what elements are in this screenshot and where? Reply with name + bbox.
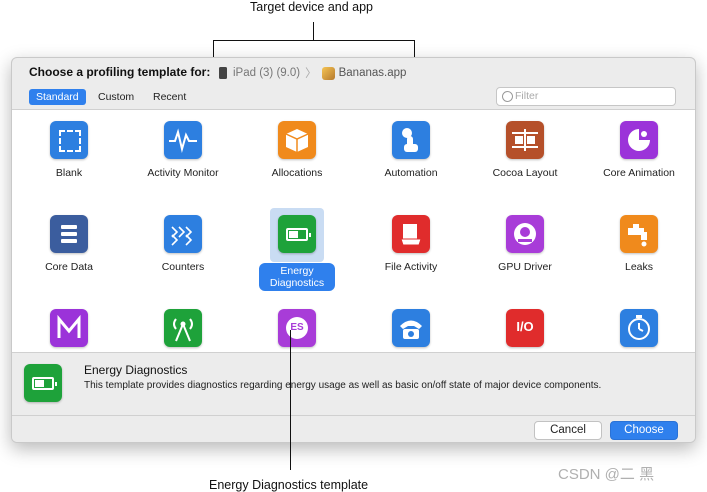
template-label: GPU Driver	[498, 261, 552, 273]
template-label: Leaks	[624, 261, 654, 273]
template-grid: Blank Activity Monitor Allocations Autom…	[12, 110, 695, 352]
template-label: Core Data	[45, 261, 93, 273]
filter-input[interactable]	[515, 89, 665, 103]
tab-custom[interactable]: Custom	[91, 89, 141, 105]
detail-description: This template provides diagnostics regar…	[84, 380, 602, 391]
battery-icon	[286, 228, 311, 241]
gpu-driver-icon	[506, 215, 544, 253]
activity-monitor-icon	[164, 121, 202, 159]
template-label: Blank	[55, 167, 83, 179]
template-automation[interactable]: Automation	[354, 112, 468, 202]
detail-title: Energy Diagnostics	[84, 363, 188, 377]
template-system-usage[interactable]	[354, 300, 468, 352]
template-chooser-window: Choose a profiling template for: iPad (3…	[11, 57, 696, 443]
template-label: Cocoa Layout	[492, 167, 558, 179]
template-label: Automation	[384, 167, 438, 179]
template-leaks[interactable]: Leaks	[582, 206, 695, 296]
energy-diagnostics-icon	[24, 364, 62, 402]
leaks-icon	[620, 215, 658, 253]
template-io[interactable]: I/O	[468, 300, 582, 352]
network-icon	[164, 309, 202, 347]
template-cocoa-layout[interactable]: Cocoa Layout	[468, 112, 582, 202]
allocations-icon	[278, 121, 316, 159]
system-usage-icon	[392, 309, 430, 347]
template-gpu-driver[interactable]: GPU Driver	[468, 206, 582, 296]
opengl-es-icon: ES	[278, 309, 316, 347]
time-profiler-icon	[620, 309, 658, 347]
file-activity-icon	[392, 215, 430, 253]
callout-target-device: Target device and app	[250, 0, 374, 14]
counters-icon	[164, 215, 202, 253]
cocoa-layout-icon	[506, 121, 544, 159]
template-detail: Energy Diagnostics This template provide…	[12, 352, 695, 415]
template-label: Allocations	[271, 167, 323, 179]
ipad-icon	[219, 67, 227, 79]
io-icon: I/O	[506, 309, 544, 347]
template-allocations[interactable]: Allocations	[240, 112, 354, 202]
watermark: CSDN @二 黑	[558, 466, 655, 483]
core-data-icon	[50, 215, 88, 253]
core-animation-icon	[620, 121, 658, 159]
template-activity-monitor[interactable]: Activity Monitor	[126, 112, 240, 202]
cancel-button[interactable]: Cancel	[534, 421, 602, 440]
energy-diagnostics-icon	[278, 215, 316, 253]
template-energy-diagnostics[interactable]: Energy Diagnostics	[240, 206, 354, 296]
template-label: File Activity	[384, 261, 438, 273]
filter-field[interactable]	[496, 87, 676, 106]
automation-icon	[392, 121, 430, 159]
template-label: Activity Monitor	[147, 167, 219, 179]
dialog-footer: Cancel Choose	[12, 415, 695, 442]
choose-template-prompt: Choose a profiling template for:	[29, 65, 211, 79]
target-app[interactable]: Bananas.app	[339, 67, 407, 79]
template-label: Core Animation	[603, 167, 675, 179]
tab-recent[interactable]: Recent	[146, 89, 193, 105]
target-selector[interactable]: iPad (3) (9.0) 〉 Bananas.app	[219, 65, 406, 81]
metal-icon	[50, 309, 88, 347]
template-metal[interactable]	[12, 300, 126, 352]
template-opengl-es[interactable]: ES	[240, 300, 354, 352]
app-icon	[321, 66, 335, 80]
tab-standard[interactable]: Standard	[29, 89, 86, 105]
template-file-activity[interactable]: File Activity	[354, 206, 468, 296]
search-icon	[502, 91, 513, 102]
target-device[interactable]: iPad (3) (9.0)	[233, 67, 300, 79]
template-blank[interactable]: Blank	[12, 112, 126, 202]
template-core-animation[interactable]: Core Animation	[582, 112, 695, 202]
template-counters[interactable]: Counters	[126, 206, 240, 296]
template-core-data[interactable]: Core Data	[12, 206, 126, 296]
titlebar: Choose a profiling template for: iPad (3…	[12, 58, 695, 85]
battery-icon	[32, 377, 57, 390]
template-time-profiler[interactable]	[582, 300, 695, 352]
blank-icon	[50, 121, 88, 159]
choose-button[interactable]: Choose	[610, 421, 678, 440]
template-network[interactable]	[126, 300, 240, 352]
template-label: Energy Diagnostics	[259, 263, 335, 291]
callout-pointer-line	[290, 330, 292, 470]
chevron-right-icon: 〉	[305, 68, 317, 80]
callout-bracket-stem	[313, 22, 315, 40]
template-label: Counters	[161, 261, 205, 273]
callout-energy-template: Energy Diagnostics template	[209, 478, 369, 492]
